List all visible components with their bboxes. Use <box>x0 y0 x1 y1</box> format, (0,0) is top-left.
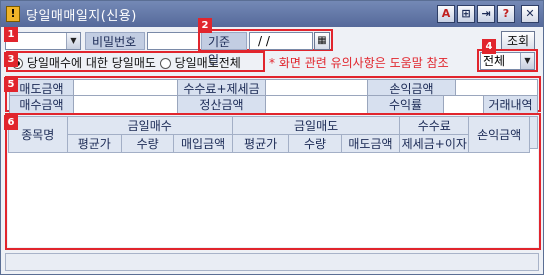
col-buy-amount: 매입금액 <box>173 134 233 153</box>
password-label: 비밀번호 <box>85 32 145 50</box>
badge-6: 6 <box>4 115 18 130</box>
group-today-buy: 금일매수 <box>66 116 233 135</box>
date-field[interactable]: / / <box>249 32 313 50</box>
buy-amount-label: 매수금액 <box>9 95 74 114</box>
calendar-icon[interactable]: ▦ <box>314 32 330 50</box>
scope-select[interactable]: 전체 ▼ <box>480 52 535 70</box>
col-pnl: 손익금액 <box>468 116 530 153</box>
badge-5: 5 <box>4 77 18 92</box>
chevron-down-icon[interactable]: ▼ <box>66 33 80 49</box>
date-label: 기준일 <box>201 32 247 67</box>
badge-3: 3 <box>4 52 18 67</box>
return-rate-value <box>443 95 484 114</box>
pin-icon[interactable]: ⇥ <box>477 5 495 23</box>
radio-all-sell-label: 당일매도전체 <box>174 56 241 70</box>
radio-sameday-buy-label: 당일매수에 대한 당일매도 <box>26 56 156 70</box>
radio-all-sell[interactable] <box>159 58 171 69</box>
group-today-sell: 금일매도 <box>231 116 401 135</box>
col-buy-qty: 수량 <box>120 134 175 153</box>
col-sell-amount: 매도금액 <box>340 134 401 153</box>
return-rate-label: 수익률 <box>367 95 444 114</box>
password-field[interactable] <box>147 32 199 50</box>
badge-2: 2 <box>198 18 212 33</box>
buy-amount-value <box>73 95 178 114</box>
badge-4: 4 <box>482 39 496 54</box>
close-icon[interactable]: ✕ <box>521 5 539 23</box>
app-icon: ! <box>6 6 20 22</box>
main-window: ! 당일매매일지(신용) A ⊞ ⇥ ? ✕ ▼ 비밀번호 기준일 / / ▦ … <box>0 0 544 275</box>
col-buy-avg: 평균가 <box>66 134 122 153</box>
status-bar <box>5 253 539 271</box>
group-fee: 수수료 <box>399 116 470 135</box>
grid-header: 종목명 금일매수 금일매도 수수료 손익금액 평균가 수량 매입금액 평균가 수… <box>8 116 530 153</box>
help-notice: * 화면 관련 유의사항은 도움말 참조 <box>269 56 449 70</box>
font-size-icon[interactable]: A <box>437 5 455 23</box>
col-tax-interest: 제세금+이자 <box>399 134 470 153</box>
settlement-label: 정산금액 <box>177 95 266 114</box>
window-title: 당일매매일지(신용) <box>26 8 137 24</box>
trade-history-button[interactable]: 거래내역 <box>483 95 538 114</box>
summary-table-2: 매수금액 정산금액 수익률 거래내역 <box>9 95 538 114</box>
settlement-value <box>265 95 368 114</box>
help-icon[interactable]: ? <box>497 5 515 23</box>
query-button[interactable]: 조회 <box>501 31 535 51</box>
badge-1: 1 <box>4 27 18 42</box>
chevron-down-icon[interactable]: ▼ <box>520 53 534 69</box>
title-bar: ! 당일매매일지(신용) A ⊞ ⇥ ? ✕ <box>1 1 543 27</box>
radio-group: 당일매수에 대한 당일매도 당일매도전체 <box>12 54 241 71</box>
col-sell-avg: 평균가 <box>231 134 290 153</box>
header-filler <box>529 116 538 149</box>
col-sell-qty: 수량 <box>288 134 342 153</box>
layout-icon[interactable]: ⊞ <box>457 5 475 23</box>
